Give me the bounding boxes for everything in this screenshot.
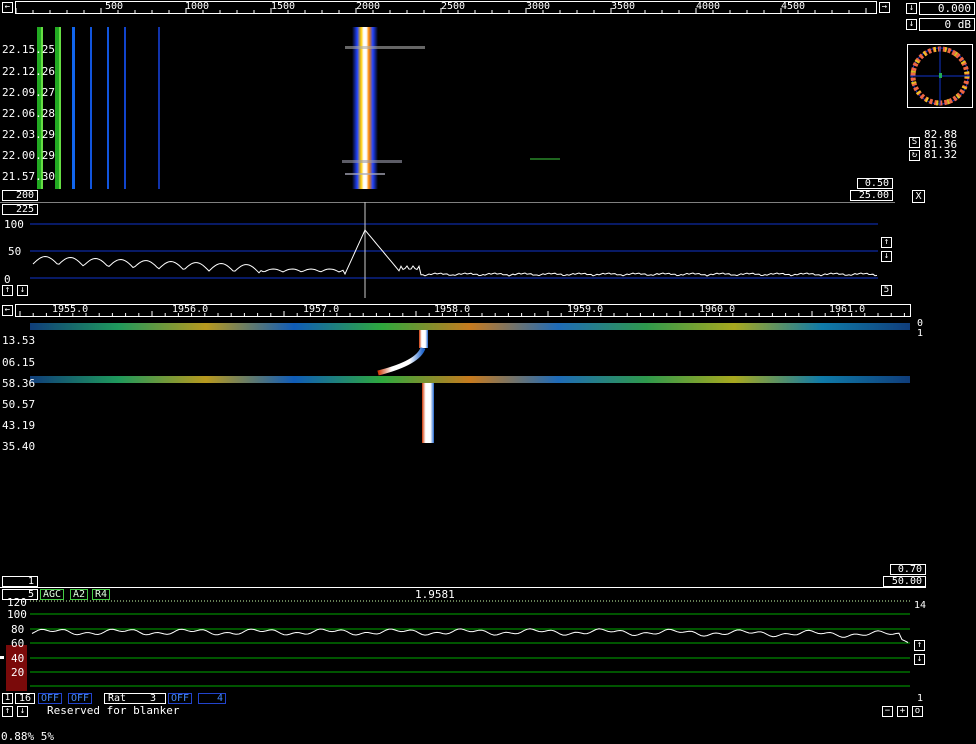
level-graph [0,600,910,691]
level-right-down-arrow[interactable]: ↓ [914,654,925,665]
controls-divider [0,587,926,588]
value-4-box[interactable]: 4 [198,693,226,704]
rat-value: 3 [150,693,157,704]
status-down-arrow[interactable]: ↓ [17,706,28,717]
right-value-1[interactable]: 0.000 [919,2,975,15]
top-tick-1500: 1500 [271,1,296,12]
level-right-up-arrow[interactable]: ↑ [914,640,925,651]
s-value-3: 81.32 [924,148,958,161]
level-right-bottom: 1 [917,693,924,704]
top-tick-4500: 4500 [781,1,806,12]
wf1-time-4: 22.03.29 [2,128,55,141]
level-y-80: 80 [11,623,25,636]
mid-scale-left-arrow[interactable]: ← [2,305,13,316]
top-tick-3500: 3500 [611,1,636,12]
off-button-3[interactable]: OFF [168,693,193,704]
mid-tick-1960: 1960.0 [699,304,736,315]
o-button[interactable]: o [912,706,923,717]
level-y-100: 100 [7,608,27,621]
level-right-top: 14 [914,600,927,611]
mid-right-label-1: 1 [917,328,924,339]
level-y-20: 20 [11,666,25,679]
spectrum-graph [0,201,895,298]
scale-right-arrow[interactable]: → [879,2,890,13]
a2-button[interactable]: A2 [70,589,89,600]
mid-frequency-scale[interactable]: 1955.0 1956.0 1957.0 1958.0 1959.0 1960.… [15,304,911,317]
top-tick-1000: 1000 [185,1,210,12]
bottom-box-1[interactable]: 1 [2,693,13,704]
wf2-bottom-left-box[interactable]: 1 [2,576,38,587]
wf2-time-3: 50.57 [2,398,36,411]
wf2-gain-box[interactable]: 0.70 [890,564,926,575]
spectrum-right-num[interactable]: 5 [881,285,892,296]
baseband-frequency: 1.9581 [415,588,455,601]
spectrum-panel[interactable]: 100 50 0 [0,201,895,298]
wf1-time-2: 22.09.27 [2,86,55,99]
wf2-time-2: 58.36 [2,377,36,390]
spectrum-up-arrow[interactable]: ↑ [2,285,13,296]
mid-tick-1955: 1955.0 [52,304,89,315]
level-y-120: 120 [7,596,27,609]
wf2-time-4: 43.19 [2,419,36,432]
off-button-1[interactable]: OFF [38,693,63,704]
scale-left-arrow[interactable]: ← [2,2,13,13]
spectrum-right-up-arrow[interactable]: ↑ [881,237,892,248]
spectrum-y-0: 0 [4,273,11,286]
wf1-time-5: 22.00.29 [2,149,55,162]
plus-button[interactable]: + [897,706,908,717]
wf1-time-6: 21.57.30 [2,170,55,183]
wf2-range-box[interactable]: 50.00 [883,576,926,587]
right-panel-down-2[interactable]: ↓ [906,19,917,30]
wf2-time-5: 35.40 [2,440,36,453]
rat-label: Rat [108,693,127,704]
s-label-box[interactable]: S [909,137,920,148]
zoom-waterfall[interactable]: 13.53 06.15 58.36 50.57 43.19 35.40 [0,318,912,575]
s-aux-box[interactable]: ↻ [909,150,920,161]
top-tick-500: 500 [105,1,124,12]
spectrum-y-50: 50 [8,245,22,258]
spectrum-y-100: 100 [4,218,24,231]
agc-button[interactable]: AGC [40,589,65,600]
top-frequency-scale[interactable]: 500 1000 1500 2000 2500 3000 3500 4000 4… [15,1,877,14]
wf1-time-1: 22.12.26 [2,65,55,78]
right-panel-down-1[interactable]: ↓ [906,3,917,14]
top-tick-2000: 2000 [356,1,381,12]
phase-scope[interactable] [907,44,973,108]
mid-tick-1958: 1958.0 [434,304,471,315]
wf1-time-3: 22.06.28 [2,107,55,120]
top-tick-2500: 2500 [441,1,466,12]
level-y-60: 60 [11,637,25,650]
main-waterfall-graphic [37,27,560,189]
status-up-arrow[interactable]: ↑ [2,706,13,717]
main-waterfall[interactable]: 22.15.25 22.12.26 22.09.27 22.06.28 22.0… [0,15,895,201]
right-value-2[interactable]: 0 dB [919,18,975,31]
blanker-status: Reserved for blanker [47,704,180,717]
zoom-waterfall-graphic [30,323,910,443]
bottom-box-16[interactable]: 16 [15,693,35,704]
wf2-time-0: 13.53 [2,334,36,347]
wf1-bottom-left-box[interactable]: 200 [2,190,38,201]
top-tick-4000: 4000 [696,1,721,12]
close-button[interactable]: X [912,190,925,203]
off-button-2[interactable]: OFF [68,693,93,704]
level-y-40: 40 [11,652,25,665]
wf1-gain-box[interactable]: 0.50 [857,178,893,189]
level-graph-panel[interactable]: 120 100 80 60 40 20 [0,596,912,692]
wf1-range-box[interactable]: 25.00 [850,190,893,201]
mid-tick-1961: 1961.0 [829,304,866,315]
wf1-time-0: 22.15.25 [2,43,55,56]
footer-status: 0.88% 5% [1,730,54,743]
rat-box[interactable]: Rat 3 [104,693,166,704]
mid-tick-1956: 1956.0 [172,304,209,315]
top-tick-3000: 3000 [526,1,551,12]
mid-tick-1957: 1957.0 [303,304,340,315]
minus-button[interactable]: − [882,706,893,717]
spectrum-down-arrow[interactable]: ↓ [17,285,28,296]
mid-tick-1959: 1959.0 [567,304,604,315]
r4-button[interactable]: R4 [92,589,111,600]
spectrum-right-down-arrow[interactable]: ↓ [881,251,892,262]
phase-scope-graphic [910,46,970,106]
wf2-time-1: 06.15 [2,356,36,369]
